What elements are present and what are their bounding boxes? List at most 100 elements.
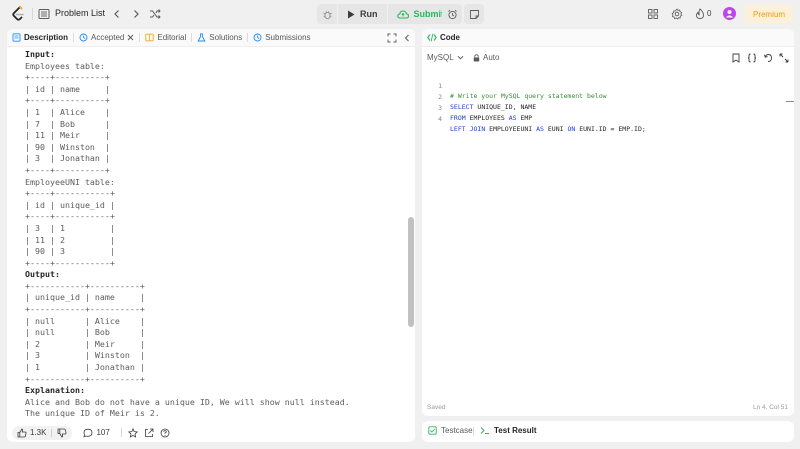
- sql-keyword: AS: [536, 125, 544, 133]
- share-icon[interactable]: [144, 428, 154, 438]
- star-icon[interactable]: [127, 427, 138, 438]
- tab-accepted[interactable]: Accepted: [74, 29, 139, 47]
- leetcode-logo-icon[interactable]: [11, 6, 25, 22]
- timer-button[interactable]: [442, 4, 462, 24]
- expand-icon[interactable]: [779, 53, 789, 63]
- left-tabbar: Description Accepted Editorial Solutions…: [7, 29, 415, 47]
- like-button[interactable]: 1.3K: [12, 425, 73, 440]
- chevron-down-icon: [457, 55, 463, 60]
- flame-icon[interactable]: [694, 8, 706, 20]
- notes-button[interactable]: [464, 4, 484, 24]
- comment-count: 107: [96, 428, 110, 437]
- play-icon: [348, 10, 355, 18]
- help-icon[interactable]: [160, 428, 170, 438]
- language-select[interactable]: MySQL: [427, 53, 464, 62]
- code-tabbar: [422, 29, 794, 47]
- footer-divider: [120, 428, 122, 437]
- language-label: MySQL: [427, 53, 454, 62]
- description-icon: [12, 33, 21, 42]
- chevron-right-icon[interactable]: [130, 8, 142, 20]
- bug-icon: [322, 10, 332, 19]
- sql-token: EMP: [520, 114, 533, 122]
- sql-keyword: SELECT: [450, 103, 474, 111]
- chevron-left-icon[interactable]: [111, 8, 123, 20]
- maximize-icon[interactable]: [387, 33, 397, 43]
- employeeuni-table: +----+-----------+ | id | unique_id | +-…: [25, 188, 115, 268]
- employeeuni-caption: EmployeeUNI table:: [25, 176, 115, 187]
- sql-keyword: JOIN: [469, 125, 486, 133]
- sql-keyword: AS: [508, 114, 517, 122]
- premium-button[interactable]: Premium: [745, 5, 793, 23]
- cloud-upload-icon: [396, 10, 409, 19]
- code-line: 1 # Write your MySQL query statement bel…: [422, 71, 606, 100]
- sql-keyword: FROM: [450, 114, 466, 122]
- comments-button[interactable]: 107: [78, 426, 114, 440]
- line-number: 4: [438, 115, 442, 123]
- avatar[interactable]: [723, 7, 736, 20]
- auto-mode-toggle[interactable]: Auto: [473, 53, 499, 62]
- tab-solutions[interactable]: Solutions: [192, 29, 247, 47]
- chevron-left-icon[interactable]: [402, 33, 412, 43]
- sql-token: NAME: [520, 103, 537, 111]
- history-icon: [253, 33, 262, 42]
- lock-icon: [473, 53, 480, 61]
- debug-button[interactable]: [317, 4, 337, 24]
- tab-testcase-label: Testcase: [441, 426, 473, 435]
- code-icon: [427, 33, 437, 42]
- terminal-icon: [480, 427, 489, 434]
- console-panel: Testcase Test Result: [422, 421, 794, 442]
- shuffle-icon[interactable]: [149, 8, 161, 20]
- description-scrollbar-thumb[interactable]: [408, 217, 414, 327]
- user-icon: [725, 10, 734, 18]
- comment-icon: [83, 428, 93, 437]
- history-icon: [79, 33, 88, 42]
- top-bar: Problem List Run Submit 0 Premium: [0, 0, 800, 28]
- bookmark-icon[interactable]: [731, 53, 741, 63]
- list-icon[interactable]: [38, 8, 50, 20]
- tab-test-result-label: Test Result: [494, 426, 537, 435]
- tab-submissions[interactable]: Submissions: [248, 29, 315, 47]
- pill-divider: [51, 428, 53, 437]
- employees-caption: Employees table:: [25, 60, 105, 71]
- tab-separator: [473, 427, 474, 436]
- tab-editorial-label: Editorial: [157, 33, 187, 42]
- description-panel: Description Accepted Editorial Solutions…: [7, 29, 415, 442]
- like-count: 1.3K: [30, 428, 47, 437]
- employees-table: +----+----------+ | id | name | +----+--…: [25, 72, 110, 175]
- sql-token: UNIQUE_ID,: [477, 103, 517, 111]
- streak-count: 0: [707, 9, 712, 18]
- format-braces-icon[interactable]: [747, 53, 757, 63]
- code-line: 4 LEFT JOIN EMPLOYEEUNI AS EUNI ON EUNI.…: [422, 104, 646, 133]
- run-label: Run: [360, 9, 378, 19]
- sql-token: EUNI: [547, 125, 564, 133]
- tab-editorial[interactable]: Editorial: [140, 29, 191, 47]
- reset-icon[interactable]: [763, 53, 773, 63]
- thumbs-up-icon: [17, 428, 27, 437]
- submit-label: Submit: [413, 9, 445, 19]
- close-icon[interactable]: [127, 34, 134, 41]
- gear-icon[interactable]: [671, 8, 683, 20]
- code-tab-label: Code: [440, 33, 460, 42]
- run-button[interactable]: Run: [338, 4, 387, 24]
- tab-description-label: Description: [24, 33, 69, 42]
- problem-list-link[interactable]: Problem List: [55, 8, 105, 18]
- sql-token: EUNI.ID: [579, 125, 607, 133]
- tab-test-result[interactable]: Test Result: [480, 426, 537, 435]
- explanation-heading: Explanation:: [25, 385, 85, 396]
- thumbs-down-icon[interactable]: [57, 428, 67, 438]
- code-tab[interactable]: Code: [427, 33, 460, 42]
- input-heading: Input:: [25, 49, 55, 59]
- explanation-text: Alice and Bob do not have a unique ID, W…: [25, 396, 350, 419]
- editor-toolbar: MySQL Auto: [422, 50, 794, 66]
- description-content: Input: Employees table: +----+----------…: [25, 49, 405, 424]
- tab-testcase[interactable]: Testcase: [428, 426, 473, 435]
- code-line-text: LEFT JOIN EMPLOYEEUNI AS EUNI ON EUNI.ID…: [450, 124, 646, 134]
- auto-label: Auto: [483, 53, 500, 62]
- editorial-icon: [145, 33, 155, 42]
- output-heading: Output:: [25, 269, 60, 280]
- tab-description[interactable]: Description: [7, 29, 73, 47]
- layout-grid-icon[interactable]: [647, 8, 659, 20]
- code-line-text: SELECT UNIQUE_ID, NAME: [450, 102, 536, 112]
- code-panel: Code MySQL Auto 1 # Write your MySQL que…: [422, 29, 794, 416]
- code-line-text: FROM EMPLOYEES AS EMP: [450, 113, 532, 123]
